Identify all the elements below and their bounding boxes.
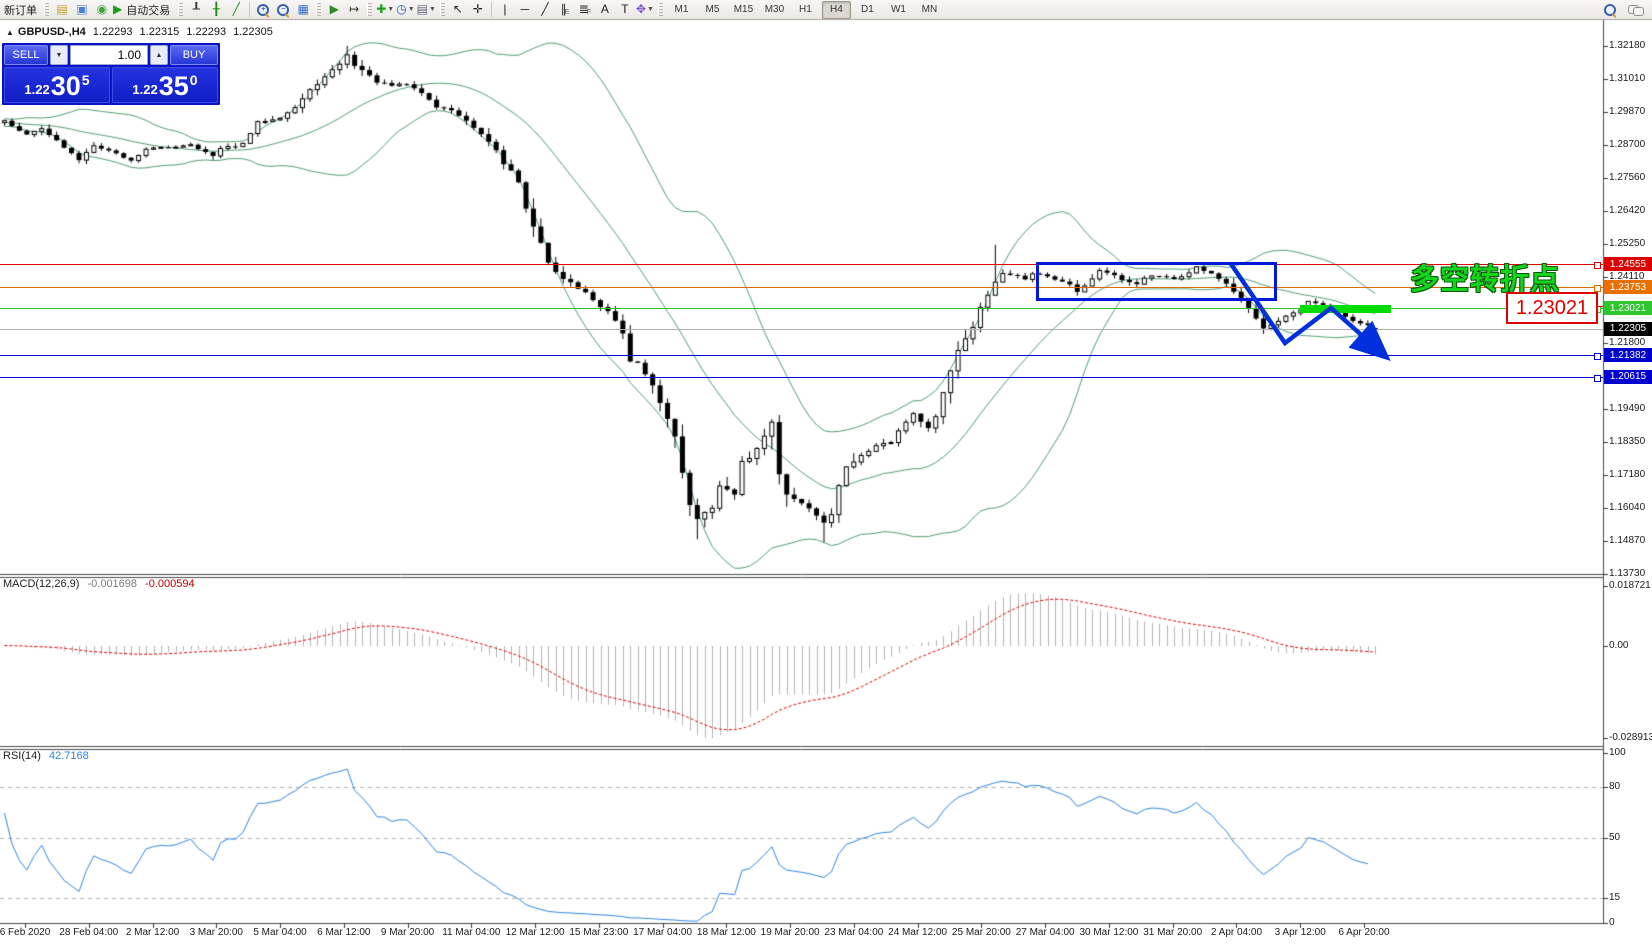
level-line-handle[interactable] <box>1594 353 1601 360</box>
rsi-tick-label: 80 <box>1609 781 1621 793</box>
horizontal-level-line[interactable] <box>0 329 1603 330</box>
volume-increase-button[interactable]: ▲ <box>150 45 168 65</box>
price-tick-label: 1.21800 <box>1609 337 1646 349</box>
symbol-title: GBPUSD-,H4 <box>17 26 86 38</box>
support-highlight-bar[interactable] <box>1300 305 1391 313</box>
buy-button[interactable]: BUY <box>170 45 218 65</box>
rsi-tick-label: 50 <box>1609 832 1621 844</box>
level-line-handle[interactable] <box>1594 285 1601 292</box>
price-badge: 1.23021 <box>1604 301 1652 316</box>
price-tick-label: 1.31010 <box>1609 73 1646 85</box>
volume-input[interactable]: 1.00 <box>70 45 148 65</box>
rsi-label-row: RSI(14) 42.7168 <box>3 750 89 762</box>
macd-tick-label: -0.028913 <box>1609 732 1652 744</box>
sell-button[interactable]: SELL <box>4 45 48 65</box>
one-click-trading-panel: SELL ▼ 1.00 ▲ BUY 1.22 30 5 1.22 35 0 <box>2 43 220 105</box>
price-badge: 1.22305 <box>1604 321 1652 336</box>
price-badge: 1.21382 <box>1604 348 1652 362</box>
ohlc-low: 1.22293 <box>186 26 227 38</box>
price-badge: 1.20615 <box>1604 369 1652 384</box>
price-tick-label: 1.26420 <box>1609 204 1646 216</box>
rsi-tick-label: 100 <box>1609 747 1626 759</box>
price-tick-label: 1.32180 <box>1609 39 1646 51</box>
price-tick-label: 1.17180 <box>1609 469 1646 481</box>
macd-tick-label: 0.018721 <box>1609 580 1651 592</box>
price-tick-label: 1.27560 <box>1609 172 1646 184</box>
level-line-handle[interactable] <box>1594 375 1601 382</box>
price-tick-label: 1.14870 <box>1609 535 1646 547</box>
price-tick-label: 1.25250 <box>1609 238 1646 250</box>
price-tick-label: 1.28700 <box>1609 139 1646 151</box>
horizontal-level-line[interactable] <box>0 264 1603 265</box>
horizontal-level-line[interactable] <box>0 377 1603 378</box>
sell-price[interactable]: 1.22 30 5 <box>4 67 110 103</box>
price-callout-label[interactable]: 1.23021 <box>1506 292 1598 324</box>
macd-label-row: MACD(12,26,9) -0.001698 -0.000594 <box>3 578 195 590</box>
buy-price[interactable]: 1.22 35 0 <box>112 67 218 103</box>
consolidation-rectangle[interactable] <box>1036 262 1277 301</box>
collapse-quote-icon[interactable]: ▲ <box>6 28 14 37</box>
price-tick-label: 1.18350 <box>1609 435 1646 447</box>
price-tick-label: 1.19490 <box>1609 403 1646 415</box>
macd-label: MACD(12,26,9) <box>3 578 80 590</box>
macd-signal-value: -0.000594 <box>145 578 195 590</box>
macd-main-value: -0.001698 <box>87 578 138 590</box>
rsi-value: 42.7168 <box>48 750 89 762</box>
sell-price-point: 5 <box>81 72 90 88</box>
price-badge: 1.24555 <box>1604 257 1652 272</box>
rsi-tick-label: 15 <box>1609 891 1621 903</box>
horizontal-level-line[interactable] <box>0 355 1603 356</box>
mt4-window: 新订单▤▣◉▶自动交易┸╂╱+−▦▶↦✚▼◷▼▤▼↖✛|─╱∥E≣FAT✥▼ M… <box>0 0 1652 945</box>
buy-price-point: 0 <box>189 72 198 88</box>
chart-ohlc-header: ▲ GBPUSD-,H4 1.22293 1.22315 1.22293 1.22305 <box>6 26 273 38</box>
price-badge: 1.23753 <box>1604 280 1652 295</box>
price-tick-label: 1.16040 <box>1609 501 1646 513</box>
ohlc-high: 1.22315 <box>139 26 180 38</box>
ohlc-open: 1.22293 <box>92 26 133 38</box>
horizontal-level-line[interactable] <box>0 287 1603 288</box>
rsi-tick-label: 0 <box>1609 917 1615 928</box>
sell-price-pips: 30 <box>50 71 81 101</box>
sell-price-prefix: 1.22 <box>24 82 50 97</box>
buy-price-prefix: 1.22 <box>132 82 158 97</box>
price-tick-label: 1.13730 <box>1609 568 1646 580</box>
rsi-label: RSI(14) <box>3 750 41 762</box>
volume-decrease-button[interactable]: ▼ <box>50 45 68 65</box>
macd-tick-label: 0.00 <box>1609 640 1629 651</box>
price-tick-label: 1.29870 <box>1609 105 1646 117</box>
date-tick-label: 6 Apr 20:00 <box>1338 927 1390 938</box>
chart-canvas[interactable] <box>0 0 1652 945</box>
buy-price-pips: 35 <box>158 71 189 101</box>
ohlc-close: 1.22305 <box>233 26 273 38</box>
level-line-handle[interactable] <box>1594 262 1601 269</box>
